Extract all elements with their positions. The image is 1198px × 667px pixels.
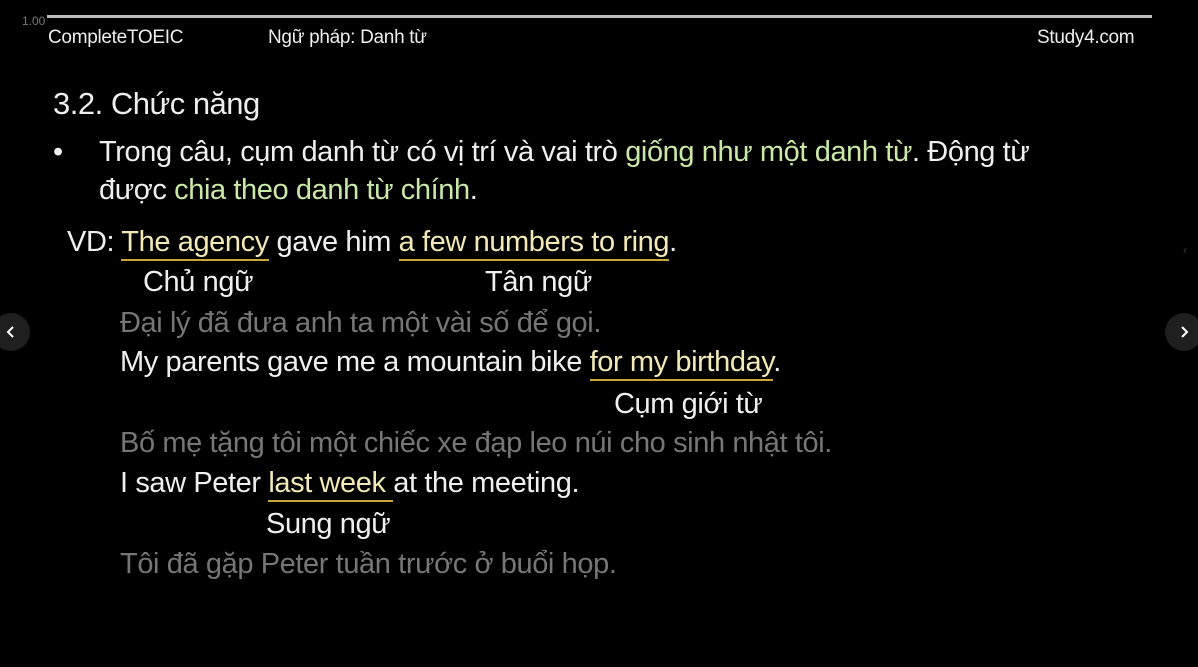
example-sentence-2: My parents gave me a mountain bike for m… [120,346,781,381]
bullet-text: Trong câu, cụm danh từ có vị trí và vai … [99,136,626,168]
section-heading: 3.2. Chức năng [53,86,260,121]
course-title: CompleteTOEIC [48,27,184,48]
example-sentence-1: VD: The agency gave him a few numbers to… [67,226,677,261]
progress-line [47,15,1152,18]
example-text: gave him [268,226,399,258]
brand-label: Study4.com [1037,27,1135,48]
object-phrase: a few numbers to ring [398,226,669,261]
collapse-chevron-icon[interactable]: ‹ [1183,243,1187,257]
bullet-highlight: chia theo danh từ chính [174,174,470,206]
chevron-left-icon [6,326,14,338]
chevron-right-icon [1181,326,1189,338]
subject-phrase: The agency [121,226,269,261]
example-text: . [773,346,781,378]
label-adverbial: Sung ngữ [266,508,391,540]
lesson-title: Ngữ pháp: Danh từ [268,27,427,48]
translation-1: Đại lý đã đưa anh ta một vài số để gọi. [120,307,601,339]
label-subject: Chủ ngữ [143,266,254,298]
bullet-text: . [469,174,478,206]
example-text: My parents gave me a mountain bike [120,346,590,378]
bullet-highlight: giống như một danh từ [625,136,912,168]
example-text: I saw Peter [120,467,269,499]
bullet-line-2: được chia theo danh từ chính. [99,174,478,207]
playback-speed-label: 1.00 [22,14,46,28]
example-prefix: VD: [67,226,122,258]
example-sentence-3: I saw Peter last week at the meeting. [120,467,580,502]
bullet-text: được [99,174,175,206]
adverbial-phrase: last week [268,467,394,502]
prev-slide-button[interactable] [0,313,30,351]
translation-3: Tôi đã gặp Peter tuần trước ở buổi họp. [120,548,617,580]
prepositional-phrase: for my birthday [589,346,774,381]
example-text: at the meeting. [393,467,580,499]
example-text: . [669,226,677,258]
bullet-marker: • [53,136,63,168]
bullet-text: . Động từ [911,136,1030,168]
label-prepositional-phrase: Cụm giới từ [614,388,763,420]
next-slide-button[interactable] [1165,313,1198,351]
bullet-line-1: Trong câu, cụm danh từ có vị trí và vai … [99,136,1030,169]
translation-2: Bố mẹ tặng tôi một chiếc xe đạp leo núi … [120,427,832,459]
label-object: Tân ngữ [485,266,592,298]
